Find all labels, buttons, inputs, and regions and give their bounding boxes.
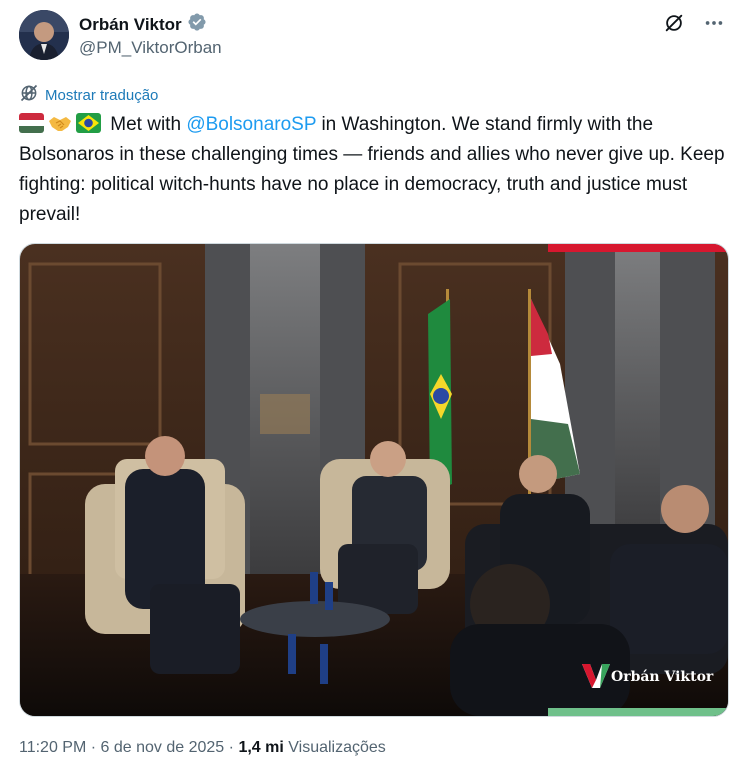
tweet-meta: 11:20 PM · 6 de nov de 2025 · 1,4 mi Vis…	[19, 737, 386, 759]
tweet-text-before: Met with	[110, 114, 187, 135]
author-handle[interactable]: @PM_ViktorOrban	[79, 37, 222, 59]
tweet-date[interactable]: 6 de nov de 2025	[101, 739, 225, 756]
author-name[interactable]: Orbán Viktor	[79, 12, 207, 38]
tweet-text: Met with @BolsonaroSP in Washington. We …	[19, 110, 729, 230]
hungary-flag-icon	[19, 113, 44, 133]
translate-label[interactable]: Mostrar tradução	[45, 87, 158, 104]
tweet-photo[interactable]: Orbán Viktor	[19, 243, 729, 717]
views-label: Visualizações	[288, 739, 386, 756]
verified-badge-icon	[187, 12, 207, 38]
more-icon[interactable]	[701, 10, 727, 36]
globe-translate-icon	[19, 83, 39, 107]
author-name-text[interactable]: Orbán Viktor	[79, 14, 182, 36]
tweet-time[interactable]: 11:20 PM	[19, 739, 86, 756]
watermark-text: Orbán Viktor	[611, 669, 714, 685]
brazil-flag-icon	[76, 113, 101, 133]
mention-link[interactable]: @BolsonaroSP	[186, 114, 316, 135]
avatar[interactable]	[19, 10, 69, 60]
meta-separator-2: ·	[228, 739, 234, 756]
grok-icon[interactable]	[661, 10, 687, 36]
views-count: 1,4 mi	[238, 739, 284, 756]
translate-link[interactable]: Mostrar tradução	[19, 83, 158, 107]
meta-separator: ·	[90, 739, 97, 756]
handshake-icon	[48, 113, 72, 133]
